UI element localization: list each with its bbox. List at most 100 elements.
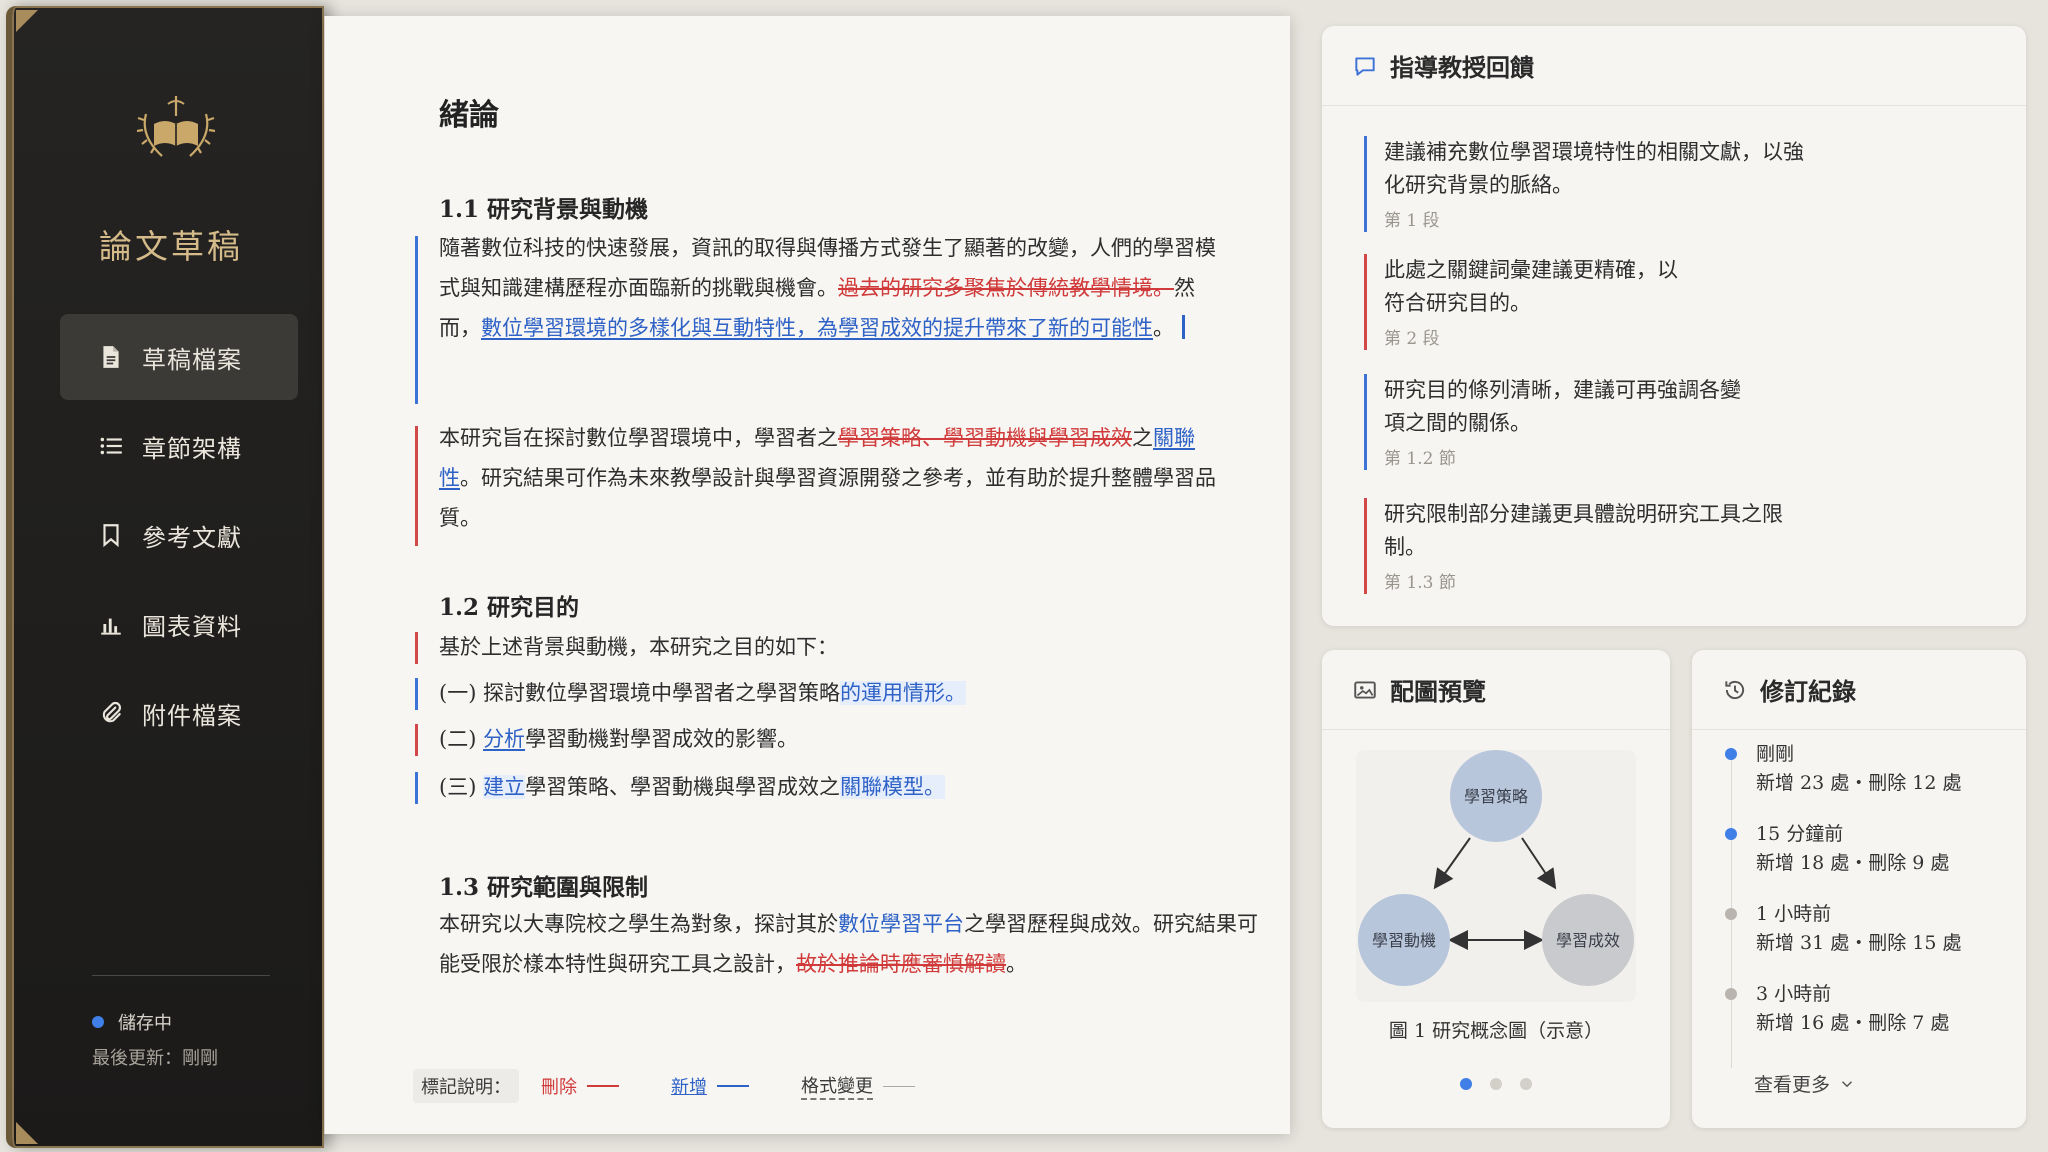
sidebar-item-chapters[interactable]: 章節架構: [60, 403, 298, 489]
carousel-dots: [1322, 1078, 1670, 1090]
save-status: 儲存中: [92, 1009, 172, 1035]
last-update-text: 最後更新：剛剛: [92, 1048, 218, 1069]
section-heading-1-1: 1.1 研究背景與動機: [439, 196, 649, 223]
legend-line: [883, 1085, 915, 1087]
change-bar: [415, 724, 418, 756]
timeline-dot: [1725, 988, 1737, 1000]
history-icon: [1722, 677, 1748, 703]
feedback-text: 研究限制部分建議更具體說明研究工具之限制。: [1384, 502, 1783, 559]
figure-title: 配圖預覽: [1390, 677, 1486, 706]
carousel-dot[interactable]: [1520, 1078, 1532, 1090]
paragraph-3[interactable]: 基於上述背景與動機，本研究之目的如下：: [439, 630, 838, 664]
legend-inserted-text: 新增: [671, 1077, 707, 1098]
revision-time: 剛剛: [1756, 743, 1795, 765]
diagram-arrow: [1433, 837, 1471, 890]
change-bar: [415, 426, 418, 546]
list-item[interactable]: (二) 分析學習動機對學習成效的影響。: [439, 722, 798, 756]
revision-detail: 新增 31 處・刪除 15 處: [1756, 932, 1962, 954]
sidebar-item-label: 草稿檔案: [142, 345, 242, 374]
document-icon: [98, 344, 124, 370]
sidebar: 論文草稿 草稿檔案 章節架構 參考文獻 圖表資料 附件檔案 儲存中 最後更新：剛…: [6, 6, 324, 1148]
revision-item[interactable]: 3 小時前 新增 16 處・刪除 7 處: [1716, 980, 1949, 1038]
change-bar: [415, 632, 418, 664]
page-title: 緒論: [439, 98, 499, 133]
feedback-item[interactable]: 此處之關鍵詞彙建議更精確，以符合研究目的。 第 2 段: [1364, 254, 1984, 350]
text-run: (一) 探討數位學習環境中學習者之學習策略: [439, 681, 841, 705]
diagram-node-label: 學習動機: [1372, 931, 1436, 950]
list-icon: [98, 433, 124, 459]
text-run: 。: [1153, 316, 1174, 340]
revision-item[interactable]: 15 分鐘前 新增 18 處・刪除 9 處: [1716, 820, 1949, 878]
view-more-link[interactable]: 查看更多: [1754, 1070, 1856, 1097]
diagram-node-label: 學習成效: [1556, 931, 1620, 950]
section-heading-1-2: 1.2 研究目的: [439, 594, 580, 621]
change-bar: [415, 678, 418, 710]
revision-item[interactable]: 剛剛 新增 23 處・刪除 12 處: [1716, 740, 1962, 798]
timeline-dot: [1725, 908, 1737, 920]
revision-history-panel: 修訂紀錄 剛剛 新增 23 處・刪除 12 處 15 分鐘前 新增 18 處・刪…: [1692, 650, 2026, 1128]
bookmark-icon: [98, 522, 124, 548]
document-page[interactable]: 緒論 1.1 研究背景與動機 隨著數位科技的快速發展，資訊的取得與傳播方式發生了…: [324, 16, 1290, 1134]
image-icon: [1352, 677, 1378, 703]
paperclip-icon: [98, 700, 124, 726]
sidebar-title: 論文草稿: [99, 227, 243, 266]
sidebar-item-drafts[interactable]: 草稿檔案: [60, 314, 298, 400]
bar-chart-icon: [98, 611, 124, 637]
feedback-text: 建議補充數位學習環境特性的相關文獻，以強化研究背景的脈絡。: [1384, 140, 1804, 197]
paragraph-2[interactable]: 本研究旨在探討數位學習環境中，學習者之學習策略、學習動機與學習成效之關聯性。研究…: [439, 418, 1229, 538]
revision-title: 修訂紀錄: [1760, 677, 1856, 706]
text-run: 。研究結果可作為未來教學設計與學習資源開發之參考，並有助於提升整體學習品質。: [439, 466, 1216, 530]
status-dot-icon: [92, 1016, 104, 1028]
deleted-text: 學習策略、學習動機與學習成效: [838, 426, 1132, 450]
legend-deleted-text: 刪除: [541, 1077, 577, 1098]
save-status-text: 儲存中: [118, 1013, 172, 1034]
legend-inserted: 新增: [671, 1073, 749, 1099]
text-run: 學習動機對學習成效的影響。: [525, 727, 799, 751]
section-heading-1-3: 1.3 研究範圍與限制: [439, 874, 649, 901]
text-run: (二): [439, 727, 484, 751]
carousel-dot[interactable]: [1490, 1078, 1502, 1090]
revision-item[interactable]: 1 小時前 新增 31 處・刪除 15 處: [1716, 900, 1962, 958]
sidebar-item-charts[interactable]: 圖表資料: [60, 581, 298, 667]
sidebar-item-references[interactable]: 參考文獻: [60, 492, 298, 578]
timeline-dot: [1725, 828, 1737, 840]
paragraph-4[interactable]: 本研究以大專院校之學生為對象，探討其於數位學習平台之學習歷程與成效。研究結果可能…: [439, 904, 1269, 984]
feedback-marker: [1364, 136, 1367, 232]
legend-format: 格式變更: [801, 1072, 915, 1100]
figure-preview-panel: 配圖預覽 學習策略 學習動機 學習成效 圖 1 研究概念圖（示意）: [1322, 650, 1670, 1128]
markup-legend: 標記說明： 刪除 新增 格式變更: [413, 1068, 915, 1104]
change-bar: [415, 772, 418, 804]
concept-diagram: 學習策略 學習動機 學習成效: [1358, 750, 1634, 986]
paragraph-1[interactable]: 隨著數位科技的快速發展，資訊的取得與傳播方式發生了顯著的改變，人們的學習模式與知…: [439, 228, 1229, 348]
feedback-item[interactable]: 研究限制部分建議更具體說明研究工具之限制。 第 1.3 節: [1364, 498, 1984, 594]
feedback-item[interactable]: 研究目的條列清晰，建議可再強調各變項之間的關係。 第 1.2 節: [1364, 374, 1984, 470]
inserted-text: 的運用情形。: [840, 681, 967, 705]
revision-detail: 新增 16 處・刪除 7 處: [1756, 1012, 1950, 1034]
feedback-text: 研究目的條列清晰，建議可再強調各變項之間的關係。: [1384, 378, 1741, 435]
figure-thumbnail[interactable]: 學習策略 學習動機 學習成效: [1356, 750, 1636, 1002]
text-run: 本研究以大專院校之學生為對象，探討其於: [439, 912, 838, 936]
feedback-item[interactable]: 建議補充數位學習環境特性的相關文獻，以強化研究背景的脈絡。 第 1 段: [1364, 136, 1984, 232]
feedback-marker: [1364, 498, 1367, 594]
corner-ornament: [16, 1122, 38, 1144]
revision-detail: 新增 18 處・刪除 9 處: [1756, 852, 1950, 874]
sidebar-item-attachments[interactable]: 附件檔案: [60, 670, 298, 756]
figure-caption: 圖 1 研究概念圖（示意）: [1388, 1020, 1604, 1042]
feedback-marker: [1364, 254, 1367, 350]
diagram-arrow: [1521, 837, 1557, 890]
legend-deleted: 刪除: [541, 1073, 619, 1099]
legend-line: [587, 1085, 619, 1087]
feedback-title: 指導教授回饋: [1390, 53, 1534, 82]
carousel-dot[interactable]: [1460, 1078, 1472, 1090]
revision-time: 15 分鐘前: [1756, 823, 1844, 845]
revision-detail: 新增 23 處・刪除 12 處: [1756, 772, 1962, 794]
sidebar-item-label: 章節架構: [142, 434, 242, 463]
timeline-dot: [1725, 748, 1737, 760]
legend-label: 標記說明：: [413, 1069, 519, 1103]
deleted-text: 過去的研究多聚焦於傳統教學情境。: [838, 276, 1174, 300]
diagram-node-label: 學習策略: [1464, 787, 1528, 806]
sidebar-divider: [92, 975, 270, 976]
list-item[interactable]: (三) 建立學習策略、學習動機與學習成效之關聯模型。: [439, 770, 946, 804]
feedback-location: 第 1.2 節: [1384, 449, 1456, 469]
list-item[interactable]: (一) 探討數位學習環境中學習者之學習策略的運用情形。: [439, 676, 967, 710]
